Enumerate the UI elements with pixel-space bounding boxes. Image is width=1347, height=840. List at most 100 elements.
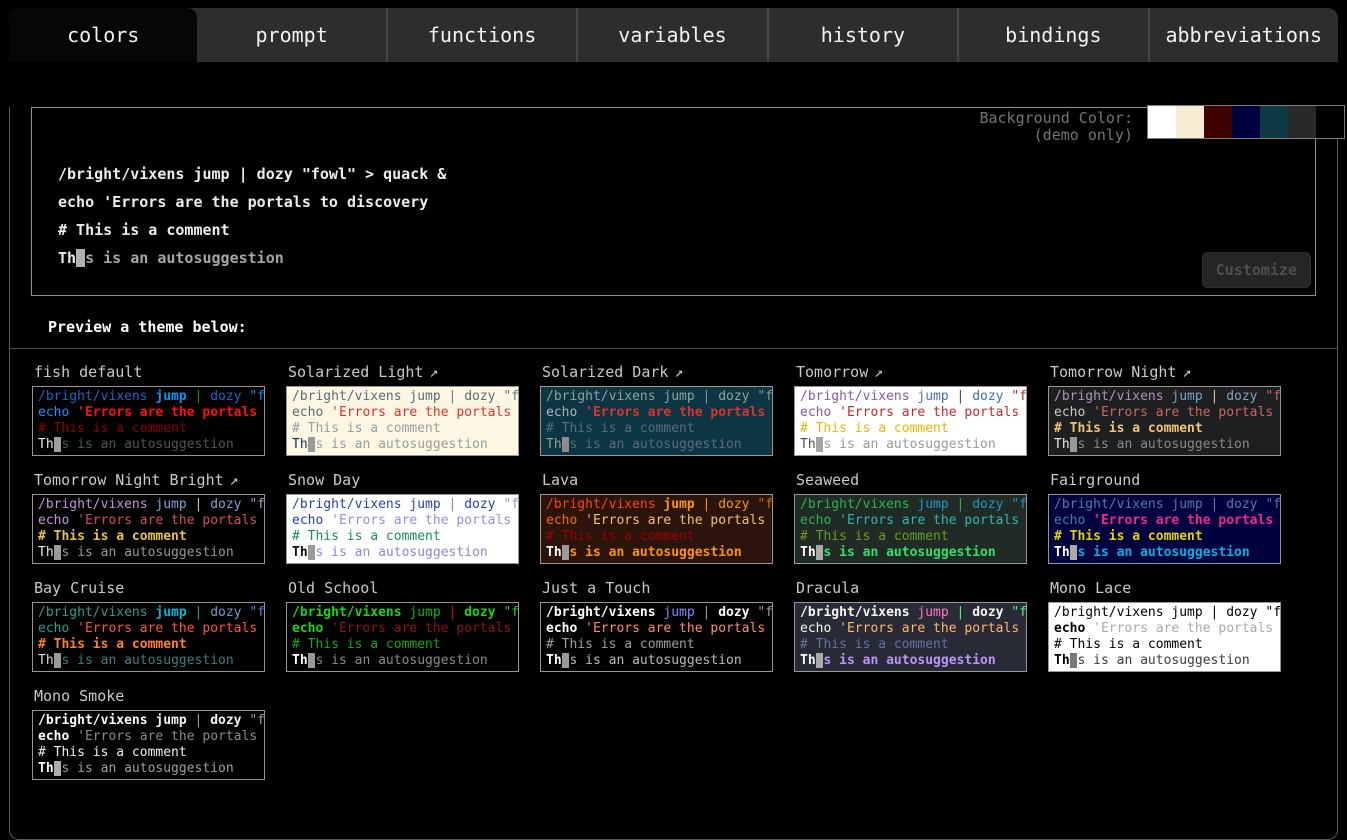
preview-command-line: /bright/vixens jump | dozy "fowl" > quac… bbox=[546, 605, 767, 621]
tab-variables[interactable]: variables bbox=[576, 8, 766, 62]
tab-history[interactable]: history bbox=[767, 8, 957, 62]
theme-preview[interactable]: /bright/vixens jump | dozy "fowl" > quac… bbox=[286, 494, 519, 564]
theme-card[interactable]: Fairground /bright/vixens jump | dozy "f… bbox=[1048, 469, 1281, 564]
preview-command-line: /bright/vixens jump | dozy "fowl" > quac… bbox=[38, 713, 259, 729]
swatch-charcoal[interactable] bbox=[1288, 106, 1316, 138]
demo-comment-line: # This is a comment bbox=[58, 216, 1315, 244]
theme-title-text: Tomorrow Night bbox=[1050, 363, 1176, 381]
theme-preview[interactable]: /bright/vixens jump | dozy "fowl" > quac… bbox=[540, 386, 773, 456]
theme-card[interactable]: Seaweed /bright/vixens jump | dozy "fowl… bbox=[794, 469, 1027, 564]
themes-heading: Preview a theme below: bbox=[48, 318, 1337, 336]
theme-preview[interactable]: /bright/vixens jump | dozy "fowl" > quac… bbox=[1048, 602, 1281, 672]
theme-preview[interactable]: /bright/vixens jump | dozy "fowl" > quac… bbox=[286, 602, 519, 672]
swatch-cream[interactable] bbox=[1176, 106, 1204, 138]
preview-comment-line: # This is a comment bbox=[546, 421, 767, 437]
preview-autosuggestion-line: This is an autosuggestion bbox=[546, 437, 767, 453]
theme-title: Lava bbox=[542, 471, 773, 489]
preview-comment-line: # This is a comment bbox=[38, 421, 259, 437]
theme-preview[interactable]: /bright/vixens jump | dozy "fowl" > quac… bbox=[32, 602, 265, 672]
preview-autosuggestion-line: This is an autosuggestion bbox=[38, 545, 259, 561]
theme-card[interactable]: Lava /bright/vixens jump | dozy "fowl" >… bbox=[540, 469, 773, 564]
theme-card[interactable]: Mono Smoke /bright/vixens jump | dozy "f… bbox=[32, 685, 265, 780]
swatch-teal[interactable] bbox=[1260, 106, 1288, 138]
tab-functions[interactable]: functions bbox=[386, 8, 576, 62]
theme-title-text: Bay Cruise bbox=[34, 579, 124, 597]
swatch-black[interactable] bbox=[1316, 106, 1344, 138]
tab-prompt[interactable]: prompt bbox=[197, 8, 385, 62]
preview-echo-line: echo 'Errors are the portals to discover… bbox=[38, 621, 259, 637]
theme-preview[interactable]: /bright/vixens jump | dozy "fowl" > quac… bbox=[794, 494, 1027, 564]
preview-command-line: /bright/vixens jump | dozy "fowl" > quac… bbox=[38, 497, 259, 513]
theme-preview[interactable]: /bright/vixens jump | dozy "fowl" > quac… bbox=[32, 710, 265, 780]
preview-command-line: /bright/vixens jump | dozy "fowl" > quac… bbox=[38, 605, 259, 621]
tab-abbreviations[interactable]: abbreviations bbox=[1148, 8, 1338, 62]
demo-cursor: i bbox=[76, 249, 85, 267]
preview-echo-line: echo 'Errors are the portals to discover… bbox=[546, 405, 767, 421]
theme-card[interactable]: Tomorrow Night Bright↗ /bright/vixens ju… bbox=[32, 469, 265, 564]
theme-title-text: Lava bbox=[542, 471, 578, 489]
theme-preview[interactable]: /bright/vixens jump | dozy "fowl" > quac… bbox=[286, 386, 519, 456]
tab-colors[interactable]: colors bbox=[9, 8, 197, 62]
theme-card[interactable]: Old School /bright/vixens jump | dozy "f… bbox=[286, 577, 519, 672]
theme-card[interactable]: Solarized Light↗ /bright/vixens jump | d… bbox=[286, 361, 519, 456]
preview-command-line: /bright/vixens jump | dozy "fowl" > quac… bbox=[546, 497, 767, 513]
theme-preview[interactable]: /bright/vixens jump | dozy "fowl" > quac… bbox=[32, 494, 265, 564]
swatch-maroon[interactable] bbox=[1204, 106, 1232, 138]
preview-comment-line: # This is a comment bbox=[38, 745, 259, 761]
theme-preview[interactable]: /bright/vixens jump | dozy "fowl" > quac… bbox=[794, 386, 1027, 456]
swatch-navy[interactable] bbox=[1232, 106, 1260, 138]
preview-echo-line: echo 'Errors are the portals to discover… bbox=[38, 405, 259, 421]
preview-autosuggestion-line: This is an autosuggestion bbox=[38, 761, 259, 777]
preview-comment-line: # This is a comment bbox=[292, 637, 513, 653]
tab-bar: colors prompt functions variables histor… bbox=[9, 8, 1338, 62]
theme-title-text: Just a Touch bbox=[542, 579, 650, 597]
theme-preview[interactable]: /bright/vixens jump | dozy "fowl" > quac… bbox=[1048, 386, 1281, 456]
theme-card[interactable]: Just a Touch /bright/vixens jump | dozy … bbox=[540, 577, 773, 672]
theme-title: Mono Lace bbox=[1050, 579, 1281, 597]
theme-preview[interactable]: /bright/vixens jump | dozy "fowl" > quac… bbox=[1048, 494, 1281, 564]
swatch-white[interactable] bbox=[1148, 106, 1176, 138]
preview-comment-line: # This is a comment bbox=[546, 637, 767, 653]
external-link-icon[interactable]: ↗ bbox=[674, 363, 683, 381]
theme-title: Snow Day bbox=[288, 471, 519, 489]
external-link-icon[interactable]: ↗ bbox=[874, 363, 883, 381]
theme-card[interactable]: Bay Cruise /bright/vixens jump | dozy "f… bbox=[32, 577, 265, 672]
external-link-icon[interactable]: ↗ bbox=[230, 471, 239, 489]
external-link-icon[interactable]: ↗ bbox=[1182, 363, 1191, 381]
preview-autosuggestion-line: This is an autosuggestion bbox=[800, 653, 1021, 669]
theme-preview[interactable]: /bright/vixens jump | dozy "fowl" > quac… bbox=[540, 602, 773, 672]
preview-echo-line: echo 'Errors are the portals to discover… bbox=[800, 513, 1021, 529]
preview-command-line: /bright/vixens jump | dozy "fowl" > quac… bbox=[800, 605, 1021, 621]
tab-bindings[interactable]: bindings bbox=[957, 8, 1147, 62]
theme-title-text: Fairground bbox=[1050, 471, 1140, 489]
preview-command-line: /bright/vixens jump | dozy "fowl" > quac… bbox=[1054, 389, 1275, 405]
theme-title: Tomorrow↗ bbox=[796, 363, 1027, 381]
theme-preview[interactable]: /bright/vixens jump | dozy "fowl" > quac… bbox=[794, 602, 1027, 672]
theme-card[interactable]: Tomorrow↗ /bright/vixens jump | dozy "fo… bbox=[794, 361, 1027, 456]
preview-autosuggestion-line: This is an autosuggestion bbox=[38, 653, 259, 669]
theme-card[interactable]: Tomorrow Night ↗ /bright/vixens jump | do… bbox=[1048, 361, 1281, 456]
preview-command-line: /bright/vixens jump | dozy "fowl" > quac… bbox=[292, 605, 513, 621]
theme-title-text: Mono Lace bbox=[1050, 579, 1131, 597]
theme-card[interactable]: Mono Lace /bright/vixens jump | dozy "fo… bbox=[1048, 577, 1281, 672]
theme-card[interactable]: Dracula /bright/vixens jump | dozy "fowl… bbox=[794, 577, 1027, 672]
theme-preview[interactable]: /bright/vixens jump | dozy "fowl" > quac… bbox=[540, 494, 773, 564]
theme-card[interactable]: fish default /bright/vixens jump | dozy … bbox=[32, 361, 265, 456]
preview-command-line: /bright/vixens jump | dozy "fowl" > quac… bbox=[1054, 605, 1275, 621]
theme-card[interactable]: Solarized Dark↗ /bright/vixens jump | do… bbox=[540, 361, 773, 456]
theme-card[interactable]: Snow Day /bright/vixens jump | dozy "fow… bbox=[286, 469, 519, 564]
theme-title: Tomorrow Night Bright↗ bbox=[34, 471, 265, 489]
theme-title: Seaweed bbox=[796, 471, 1027, 489]
theme-preview[interactable]: /bright/vixens jump | dozy "fowl" > quac… bbox=[32, 386, 265, 456]
preview-comment-line: # This is a comment bbox=[1054, 637, 1275, 653]
customize-button[interactable]: Customize bbox=[1202, 252, 1311, 288]
background-color-label-line2: (demo only) bbox=[979, 127, 1133, 144]
preview-command-line: /bright/vixens jump | dozy "fowl" > quac… bbox=[1054, 497, 1275, 513]
theme-title: Solarized Light↗ bbox=[288, 363, 519, 381]
preview-command-line: /bright/vixens jump | dozy "fowl" > quac… bbox=[546, 389, 767, 405]
demo-command-line: /bright/vixens jump | dozy "fowl" > quac… bbox=[58, 160, 1315, 188]
external-link-icon[interactable]: ↗ bbox=[429, 363, 438, 381]
theme-title: Mono Smoke bbox=[34, 687, 265, 705]
preview-echo-line: echo 'Errors are the portals to discover… bbox=[1054, 405, 1275, 421]
preview-command-line: /bright/vixens jump | dozy "fowl" > quac… bbox=[800, 497, 1021, 513]
